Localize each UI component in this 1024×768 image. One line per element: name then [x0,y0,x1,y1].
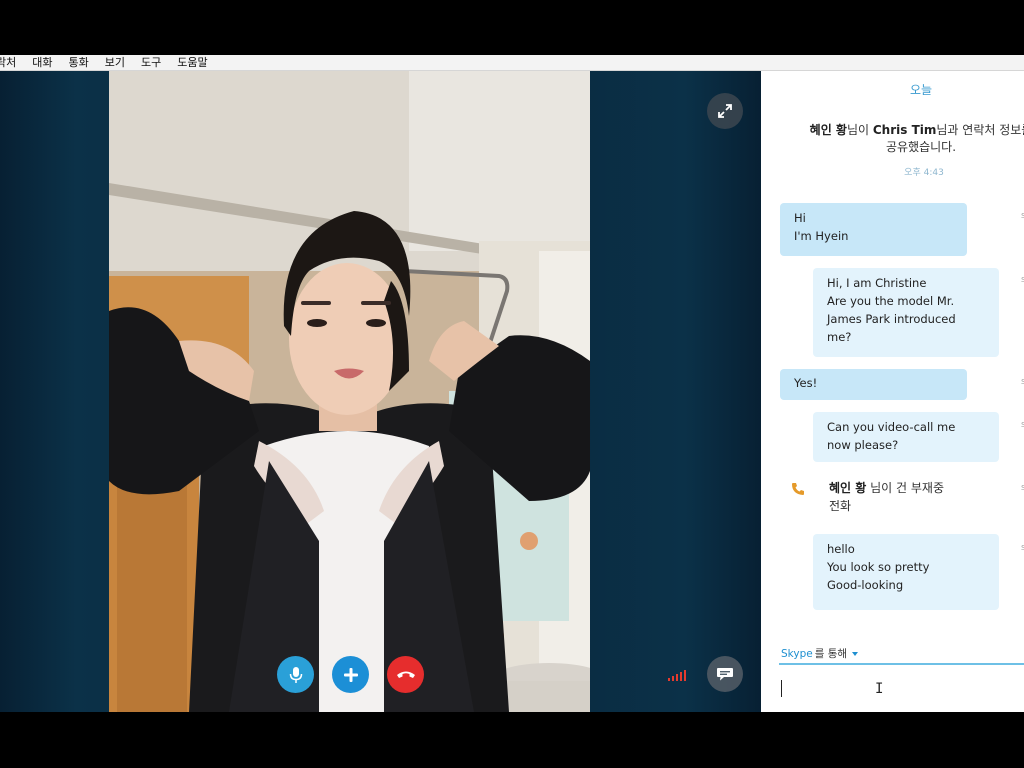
message-line: Can you video-call me [827,420,956,434]
notice-text-3: 공유했습니다. [885,140,957,154]
call-controls [277,656,424,693]
message-line: Yes! [794,376,818,390]
message-line: Hi, I am Christine [827,276,927,290]
ibeam-cursor-icon: I [875,681,884,697]
menu-help[interactable]: 도움말 [169,56,215,70]
message-bubble-outgoing[interactable]: Can you video-call me now please? [813,412,999,462]
menu-conversation[interactable]: 대화 [24,56,60,70]
compose-area: Skype 를 통해 I [761,644,1024,712]
message-line: You look so pretty [827,560,930,574]
contact-shared-notice: 혜인 황님이 Chris Tim님과 연락처 정보를 공유했습니다. [801,122,1024,156]
message-bubble-incoming[interactable]: Hi I'm Hyein [780,203,967,256]
notice-text-2: 님과 연락처 정보를 [936,123,1024,137]
expand-arrows-icon [718,104,732,118]
video-call-area [0,71,761,712]
plus-icon [343,667,358,682]
letterbox-bottom [0,712,1024,768]
missed-call-text-2: 전화 [829,499,852,513]
message-line: Good-looking [827,578,904,592]
message-bubble-incoming[interactable]: Yes! [780,369,967,400]
end-call-button[interactable] [387,656,424,693]
notice-user: 혜인 황 [809,123,847,137]
signal-bars-icon [668,669,686,681]
message-bubble-outgoing[interactable]: hello You look so pretty Good-looking [813,534,999,610]
compose-divider [779,663,1024,665]
message-line: hello [827,542,855,556]
message-line: Are you the model Mr. [827,294,955,308]
notice-timestamp: 오후 4:43 [904,168,944,178]
notice-contact: Chris Tim [872,123,937,137]
menu-contacts[interactable]: 락처 [0,56,24,70]
fullscreen-button[interactable] [707,93,743,129]
notice-text-1: 님이 [846,123,873,137]
send-via-selector[interactable]: Skype 를 통해 [781,646,859,661]
add-participant-button[interactable] [332,656,369,693]
message-line: me? [827,330,852,344]
chat-panel: 오늘 혜인 황님이 Chris Tim님과 연락처 정보를 공유했습니다. 오후… [761,71,1024,712]
text-caret [781,680,782,697]
phone-icon [792,483,804,495]
message-line: Hi [794,211,806,225]
video-image [109,71,590,712]
message-line: James Park introduced [827,312,956,326]
missed-call-user: 혜인 황 [829,481,867,495]
menu-bar: 락처 대화 통화 보기 도구 도움말 [0,55,1024,71]
menu-view[interactable]: 보기 [97,56,133,70]
message-bubble-outgoing[interactable]: Hi, I am Christine Are you the model Mr.… [813,268,999,357]
message-line: I'm Hyein [794,229,849,243]
letterbox-top [0,0,1024,55]
microphone-button[interactable] [277,656,314,693]
message-input[interactable] [779,666,1024,710]
phone-hangup-icon [396,671,415,678]
send-via-service: Skype [781,647,813,660]
remote-video-feed [109,71,590,712]
day-separator: 오늘 [909,83,933,97]
message-line: now please? [827,438,899,452]
send-via-suffix: 를 통해 [814,648,848,660]
chat-bubble-icon [717,668,733,681]
menu-tools[interactable]: 도구 [133,56,169,70]
chevron-down-icon [852,651,859,656]
missed-call-text-1: 님이 건 부재중 [866,481,944,495]
show-chat-button[interactable] [707,656,743,692]
menu-call[interactable]: 통화 [61,56,97,70]
microphone-icon [289,666,302,683]
